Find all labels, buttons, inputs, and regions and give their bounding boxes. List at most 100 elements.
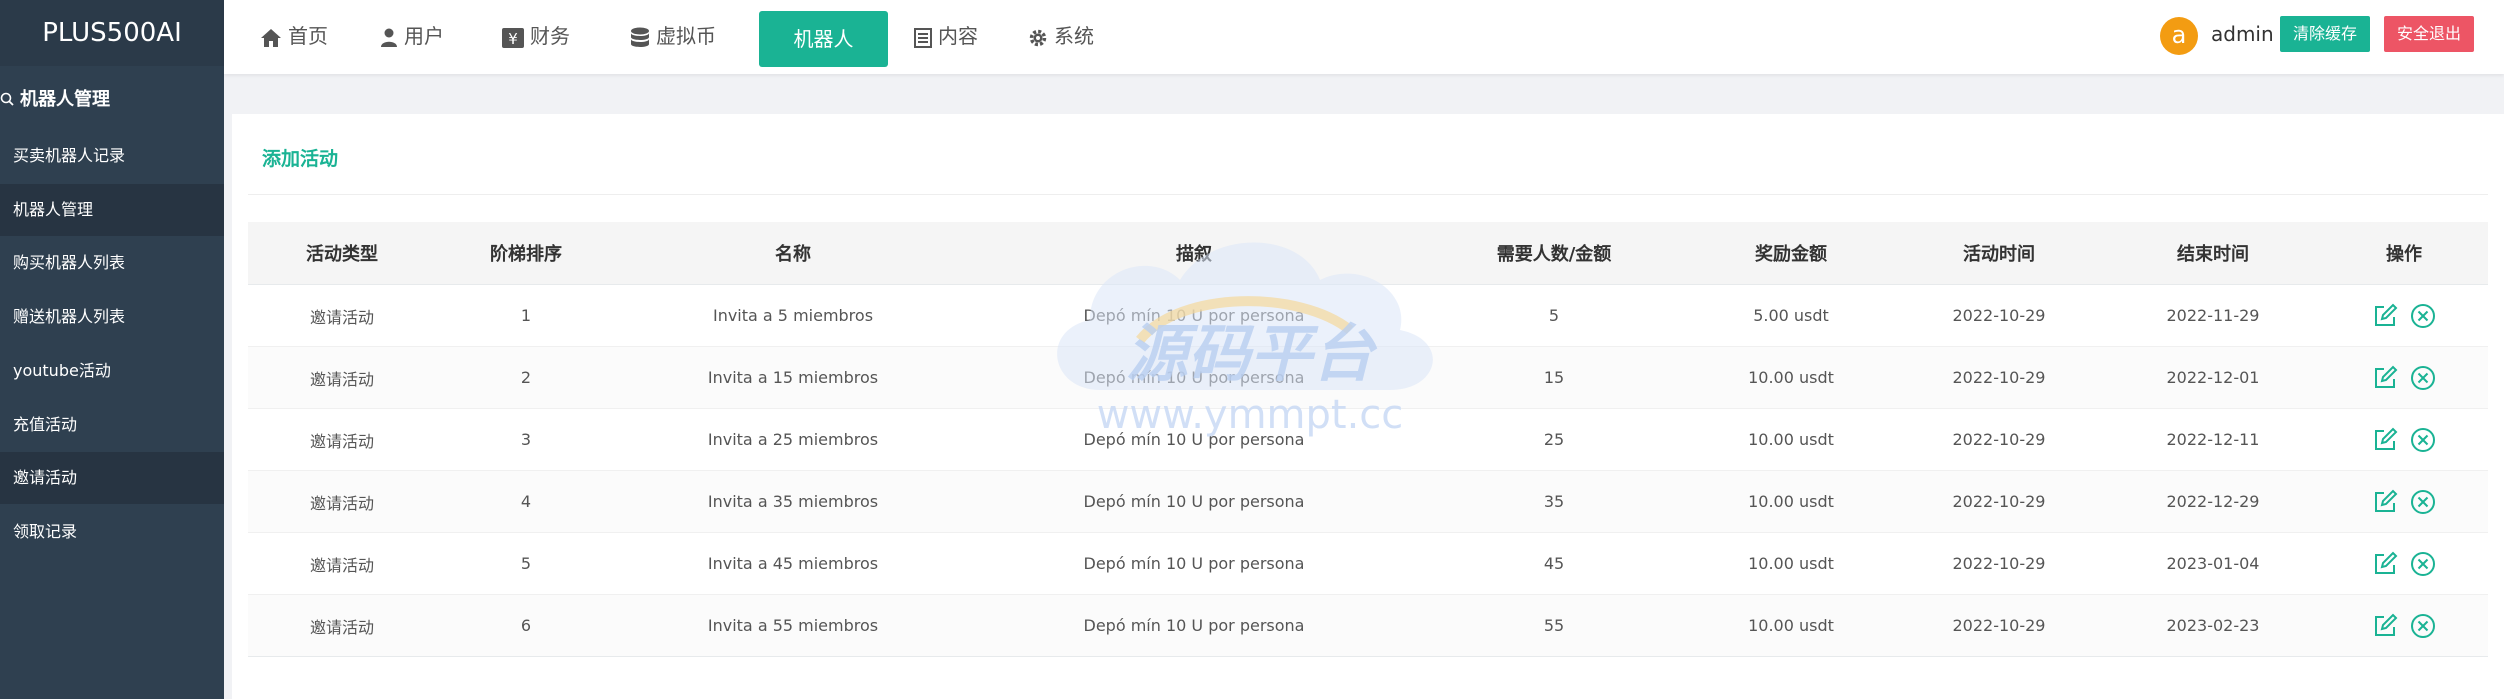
nav-finance-label: 财务 [530,24,570,48]
delete-icon[interactable] [2410,427,2436,453]
table-cell: 2022-10-29 [1892,594,2106,657]
sidebar: PLUS500AI 机器人管理 买卖机器人记录 机器人管理 购买机器人列表 赠送… [0,0,224,699]
table-row: 邀请活动 6 Invita a 55 miembros Depó mín 10 U p… [248,594,2488,657]
table-cell: Invita a 15 miembros [616,346,970,409]
yen-icon: ¥ [502,27,524,48]
search-icon [0,92,14,106]
database-icon [631,27,649,47]
top-navbar: 首页 用户 ¥ 财务 虚拟币 机器人 内容 系统 a admin 清除缓存 安全… [224,0,2504,74]
sidebar-section-header[interactable]: 机器人管理 [0,84,224,116]
sidebar-item-invite-activity[interactable]: 邀请活动 [0,452,224,504]
avatar[interactable]: a [2160,17,2198,55]
user-icon [381,28,397,47]
logout-button[interactable]: 安全退出 [2384,16,2475,52]
sidebar-item-purchased-robots[interactable]: 购买机器人列表 [0,237,224,289]
edit-icon[interactable] [2372,551,2398,577]
row-actions [2320,346,2488,409]
user-name[interactable]: admin [2211,22,2274,46]
column-header: 活动时间 [1892,222,2106,285]
nav-robots-label: 机器人 [793,27,854,51]
table-cell: 2022-10-29 [1892,284,2106,347]
column-header: 活动类型 [248,222,436,285]
nav-users-label: 用户 [404,24,444,48]
nav-users[interactable]: 用户 [380,11,444,67]
column-header: 奖励金额 [1690,222,1892,285]
table-cell: Invita a 5 miembros [616,284,970,347]
add-activity-link[interactable]: 添加活动 [262,144,338,171]
nav-crypto-label: 虚拟币 [656,24,716,48]
table-cell: 邀请活动 [248,594,436,657]
sidebar-item-robot-management[interactable]: 机器人管理 [0,184,224,236]
table-cell: 4 [436,470,616,533]
nav-home-label: 首页 [288,24,328,48]
table-cell: 2022-10-29 [1892,470,2106,533]
delete-icon[interactable] [2410,365,2436,391]
column-header: 需要人数/金额 [1418,222,1690,285]
row-actions [2320,284,2488,347]
edit-icon[interactable] [2372,489,2398,515]
table-cell: 2023-01-04 [2106,532,2320,595]
table-cell: 35 [1418,470,1690,533]
table-cell: 10.00 usdt [1690,470,1892,533]
column-header: 结束时间 [2106,222,2320,285]
clear-cache-button[interactable]: 清除缓存 [2280,16,2371,52]
edit-icon[interactable] [2372,613,2398,639]
table-cell: 15 [1418,346,1690,409]
table-cell: 2022-12-11 [2106,408,2320,471]
table-cell: Depó mín 10 U por persona [970,532,1418,595]
table-cell: 邀请活动 [248,408,436,471]
nav-home[interactable]: 首页 [260,11,328,67]
list-icon [914,27,932,48]
table-cell: Depó mín 10 U por persona [970,284,1418,347]
nav-finance[interactable]: ¥ 财务 [502,11,570,67]
nav-crypto[interactable]: 虚拟币 [630,11,716,67]
table-cell: 2022-10-29 [1892,408,2106,471]
column-header: 描叙 [970,222,1418,285]
table-cell: Invita a 25 miembros [616,408,970,471]
table-cell: 25 [1418,408,1690,471]
table-cell: 邀请活动 [248,284,436,347]
table-cell: 2022-12-01 [2106,346,2320,409]
delete-icon[interactable] [2410,551,2436,577]
nav-robots[interactable]: 机器人 [759,11,888,67]
table-row: 邀请活动 4 Invita a 35 miembros Depó mín 10 U p… [248,470,2488,533]
nav-system[interactable]: 系统 [1028,11,1094,67]
edit-icon[interactable] [2372,427,2398,453]
edit-icon[interactable] [2372,365,2398,391]
table-cell: 5 [436,532,616,595]
delete-icon[interactable] [2410,489,2436,515]
table-cell: 2022-12-29 [2106,470,2320,533]
sidebar-item-gifted-robots[interactable]: 赠送机器人列表 [0,291,224,343]
delete-icon[interactable] [2410,613,2436,639]
table-cell: 2 [436,346,616,409]
table-header-row: 活动类型 阶梯排序 名称 描叙 需要人数/金额 奖励金额 活动时间 结束时间 操… [248,222,2488,285]
table-cell: 2023-02-23 [2106,594,2320,657]
row-actions [2320,470,2488,533]
app-logo: PLUS500AI [0,0,224,66]
column-header: 操作 [2320,222,2488,285]
content-panel: 添加活动 活动类型 阶梯排序 名称 描叙 需要人数/金额 奖励金额 活动时间 结… [232,114,2504,699]
table-row: 邀请活动 5 Invita a 45 miembros Depó mín 10 U p… [248,532,2488,595]
table-cell: 1 [436,284,616,347]
table-cell: 55 [1418,594,1690,657]
row-actions [2320,532,2488,595]
table-row: 邀请活动 3 Invita a 25 miembros Depó mín 10 U p… [248,408,2488,471]
sidebar-item-youtube-activity[interactable]: youtube活动 [0,345,224,397]
sidebar-item-claim-records[interactable]: 领取记录 [0,506,224,558]
column-header: 阶梯排序 [436,222,616,285]
table-row: 邀请活动 1 Invita a 5 miembros Depó mín 10 U po… [248,284,2488,347]
sidebar-item-recharge-activity[interactable]: 充值活动 [0,399,224,451]
table-cell: 邀请活动 [248,346,436,409]
table-cell: 2022-11-29 [2106,284,2320,347]
table-cell: 10.00 usdt [1690,532,1892,595]
table-cell: 10.00 usdt [1690,594,1892,657]
delete-icon[interactable] [2410,303,2436,329]
table-cell: 邀请活动 [248,470,436,533]
table-cell: Invita a 55 miembros [616,594,970,657]
row-actions [2320,594,2488,657]
nav-content[interactable]: 内容 [914,11,978,67]
edit-icon[interactable] [2372,303,2398,329]
table-cell: 45 [1418,532,1690,595]
table-cell: Invita a 45 miembros [616,532,970,595]
sidebar-item-robot-trade-records[interactable]: 买卖机器人记录 [0,130,224,182]
